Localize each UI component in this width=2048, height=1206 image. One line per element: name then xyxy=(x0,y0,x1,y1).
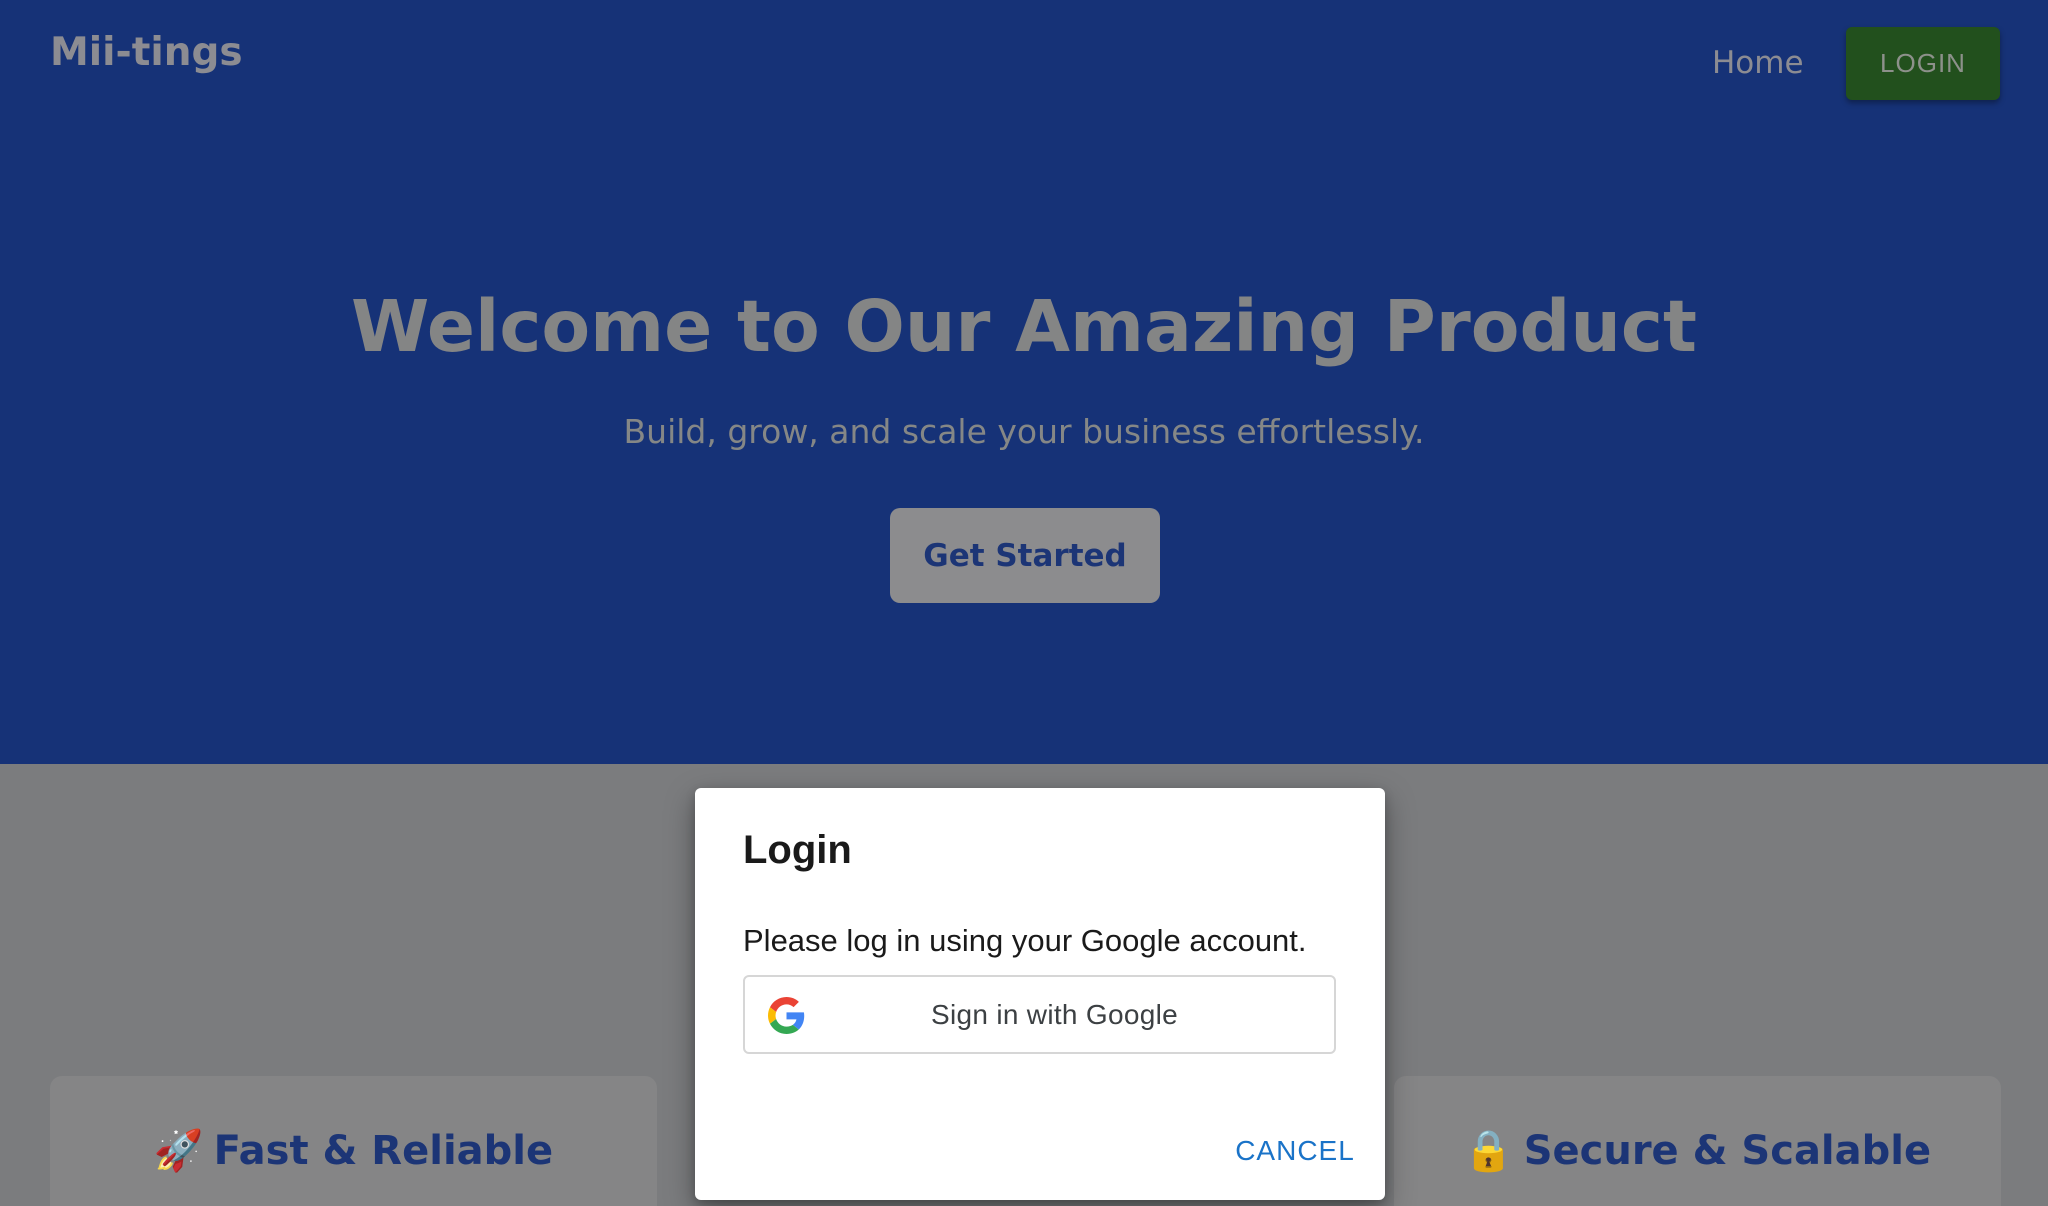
feature-title: 🔒 Secure & Scalable xyxy=(1394,1127,2001,1174)
nav-home-link[interactable]: Home xyxy=(1712,45,1804,81)
feature-title-text: Secure & Scalable xyxy=(1523,1128,1932,1174)
login-dialog: Login Please log in using your Google ac… xyxy=(695,788,1385,1200)
brand-logo[interactable]: Mii-tings xyxy=(50,30,243,75)
google-sign-in-button[interactable]: Sign in with Google xyxy=(743,975,1336,1054)
feature-title: 🚀 Fast & Reliable xyxy=(50,1127,657,1174)
hero-title: Welcome to Our Amazing Product xyxy=(351,285,1697,368)
google-sign-in-label: Sign in with Google xyxy=(931,998,1178,1030)
cancel-button[interactable]: CANCEL xyxy=(1230,1128,1360,1174)
login-button[interactable]: LOGIN xyxy=(1846,27,2000,100)
hero-subtitle: Build, grow, and scale your business eff… xyxy=(623,412,1425,451)
get-started-button[interactable]: Get Started xyxy=(890,508,1160,603)
google-g-icon xyxy=(768,997,805,1034)
feature-card-secure: 🔒 Secure & Scalable xyxy=(1394,1076,2001,1206)
hero-section: Mii-tings Home LOGIN Welcome to Our Amaz… xyxy=(0,0,2048,764)
feature-title-text: Fast & Reliable xyxy=(213,1128,554,1174)
dialog-message: Please log in using your Google account. xyxy=(743,923,1307,958)
feature-card-fast: 🚀 Fast & Reliable xyxy=(50,1076,657,1206)
rocket-icon: 🚀 xyxy=(153,1128,204,1174)
page: Mii-tings Home LOGIN Welcome to Our Amaz… xyxy=(0,0,2048,1206)
lock-icon: 🔒 xyxy=(1463,1128,1514,1174)
dialog-title: Login xyxy=(743,828,852,872)
